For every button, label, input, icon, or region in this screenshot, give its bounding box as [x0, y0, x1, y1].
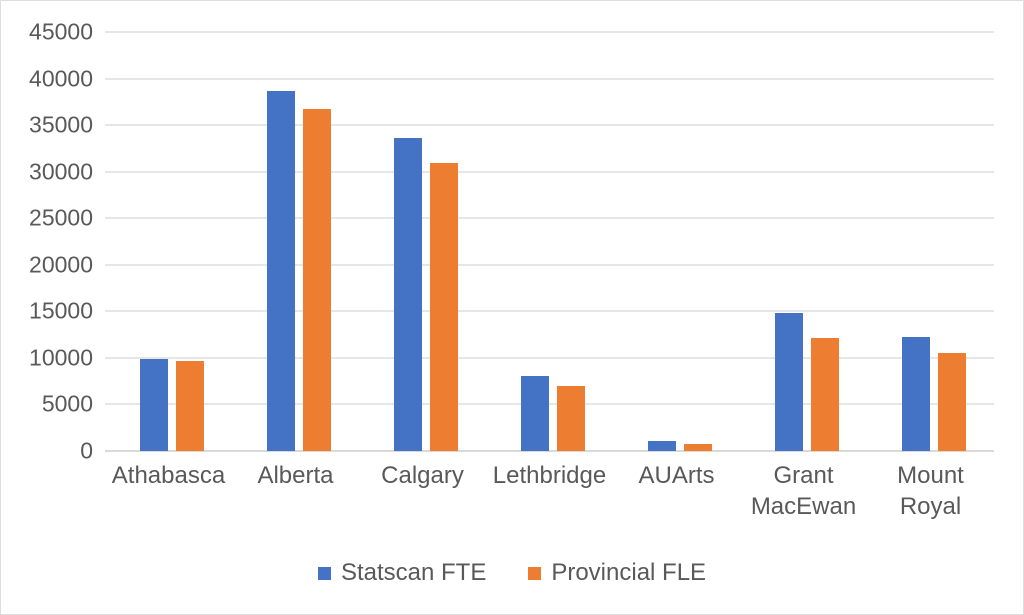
y-tick-label: 45000 — [29, 18, 93, 45]
bar[interactable] — [140, 359, 168, 451]
bar[interactable] — [394, 137, 422, 451]
bar[interactable] — [557, 386, 585, 451]
bar[interactable] — [303, 108, 331, 451]
x-tick-label: Mount Royal — [897, 462, 964, 520]
x-tick-label: Calgary — [381, 462, 464, 489]
y-tick-label: 5000 — [41, 390, 93, 417]
y-tick-label: 20000 — [29, 251, 93, 278]
bar-group — [105, 32, 232, 451]
x-tick-label: AUArts — [638, 462, 715, 489]
legend-label: Provincial FLE — [551, 559, 707, 586]
x-tick-label: Alberta — [257, 462, 334, 489]
bar[interactable] — [648, 441, 676, 451]
x-tick-label: Grant MacEwan — [750, 462, 857, 520]
legend-entry[interactable]: Statscan FTE — [317, 559, 487, 587]
x-tick-label: Lethbridge — [492, 462, 607, 489]
y-tick-label: 30000 — [29, 158, 93, 185]
bar-group — [613, 32, 740, 451]
bar-group — [359, 32, 486, 451]
bar[interactable] — [521, 375, 549, 451]
y-tick-label: 40000 — [29, 65, 93, 92]
x-tick-label: Athabasca — [111, 462, 226, 489]
y-tick-label: 15000 — [29, 297, 93, 324]
bar-chart: 45000 40000 35000 30000 25000 20000 15000 10000… — [0, 0, 1024, 615]
chart-legend: Statscan FTE Provincial FLE — [1, 559, 1023, 587]
y-tick-label: 35000 — [29, 111, 93, 138]
bar-group — [867, 32, 994, 451]
bar-group — [486, 32, 613, 451]
bar-group — [232, 32, 359, 451]
y-tick-label: 0 — [80, 437, 93, 464]
legend-swatch-icon — [317, 566, 331, 580]
y-tick-label: 10000 — [29, 344, 93, 371]
bar[interactable] — [811, 337, 839, 451]
plot-area — [105, 31, 994, 452]
y-tick-label: 25000 — [29, 204, 93, 231]
x-axis: Athabasca Alberta Calgary Lethbridge AUArts G… — [105, 460, 994, 535]
bar[interactable] — [176, 360, 204, 451]
legend-entry[interactable]: Provincial FLE — [528, 559, 706, 587]
bar[interactable] — [938, 352, 966, 451]
bar[interactable] — [267, 90, 295, 451]
bar[interactable] — [902, 336, 930, 451]
bar-group — [740, 32, 867, 451]
y-axis: 45000 40000 35000 30000 25000 20000 15000 10000… — [1, 20, 93, 462]
legend-swatch-icon — [528, 566, 542, 580]
bar[interactable] — [775, 312, 803, 451]
legend-label: Statscan FTE — [340, 559, 487, 586]
bar[interactable] — [684, 444, 712, 451]
bar[interactable] — [430, 163, 458, 451]
